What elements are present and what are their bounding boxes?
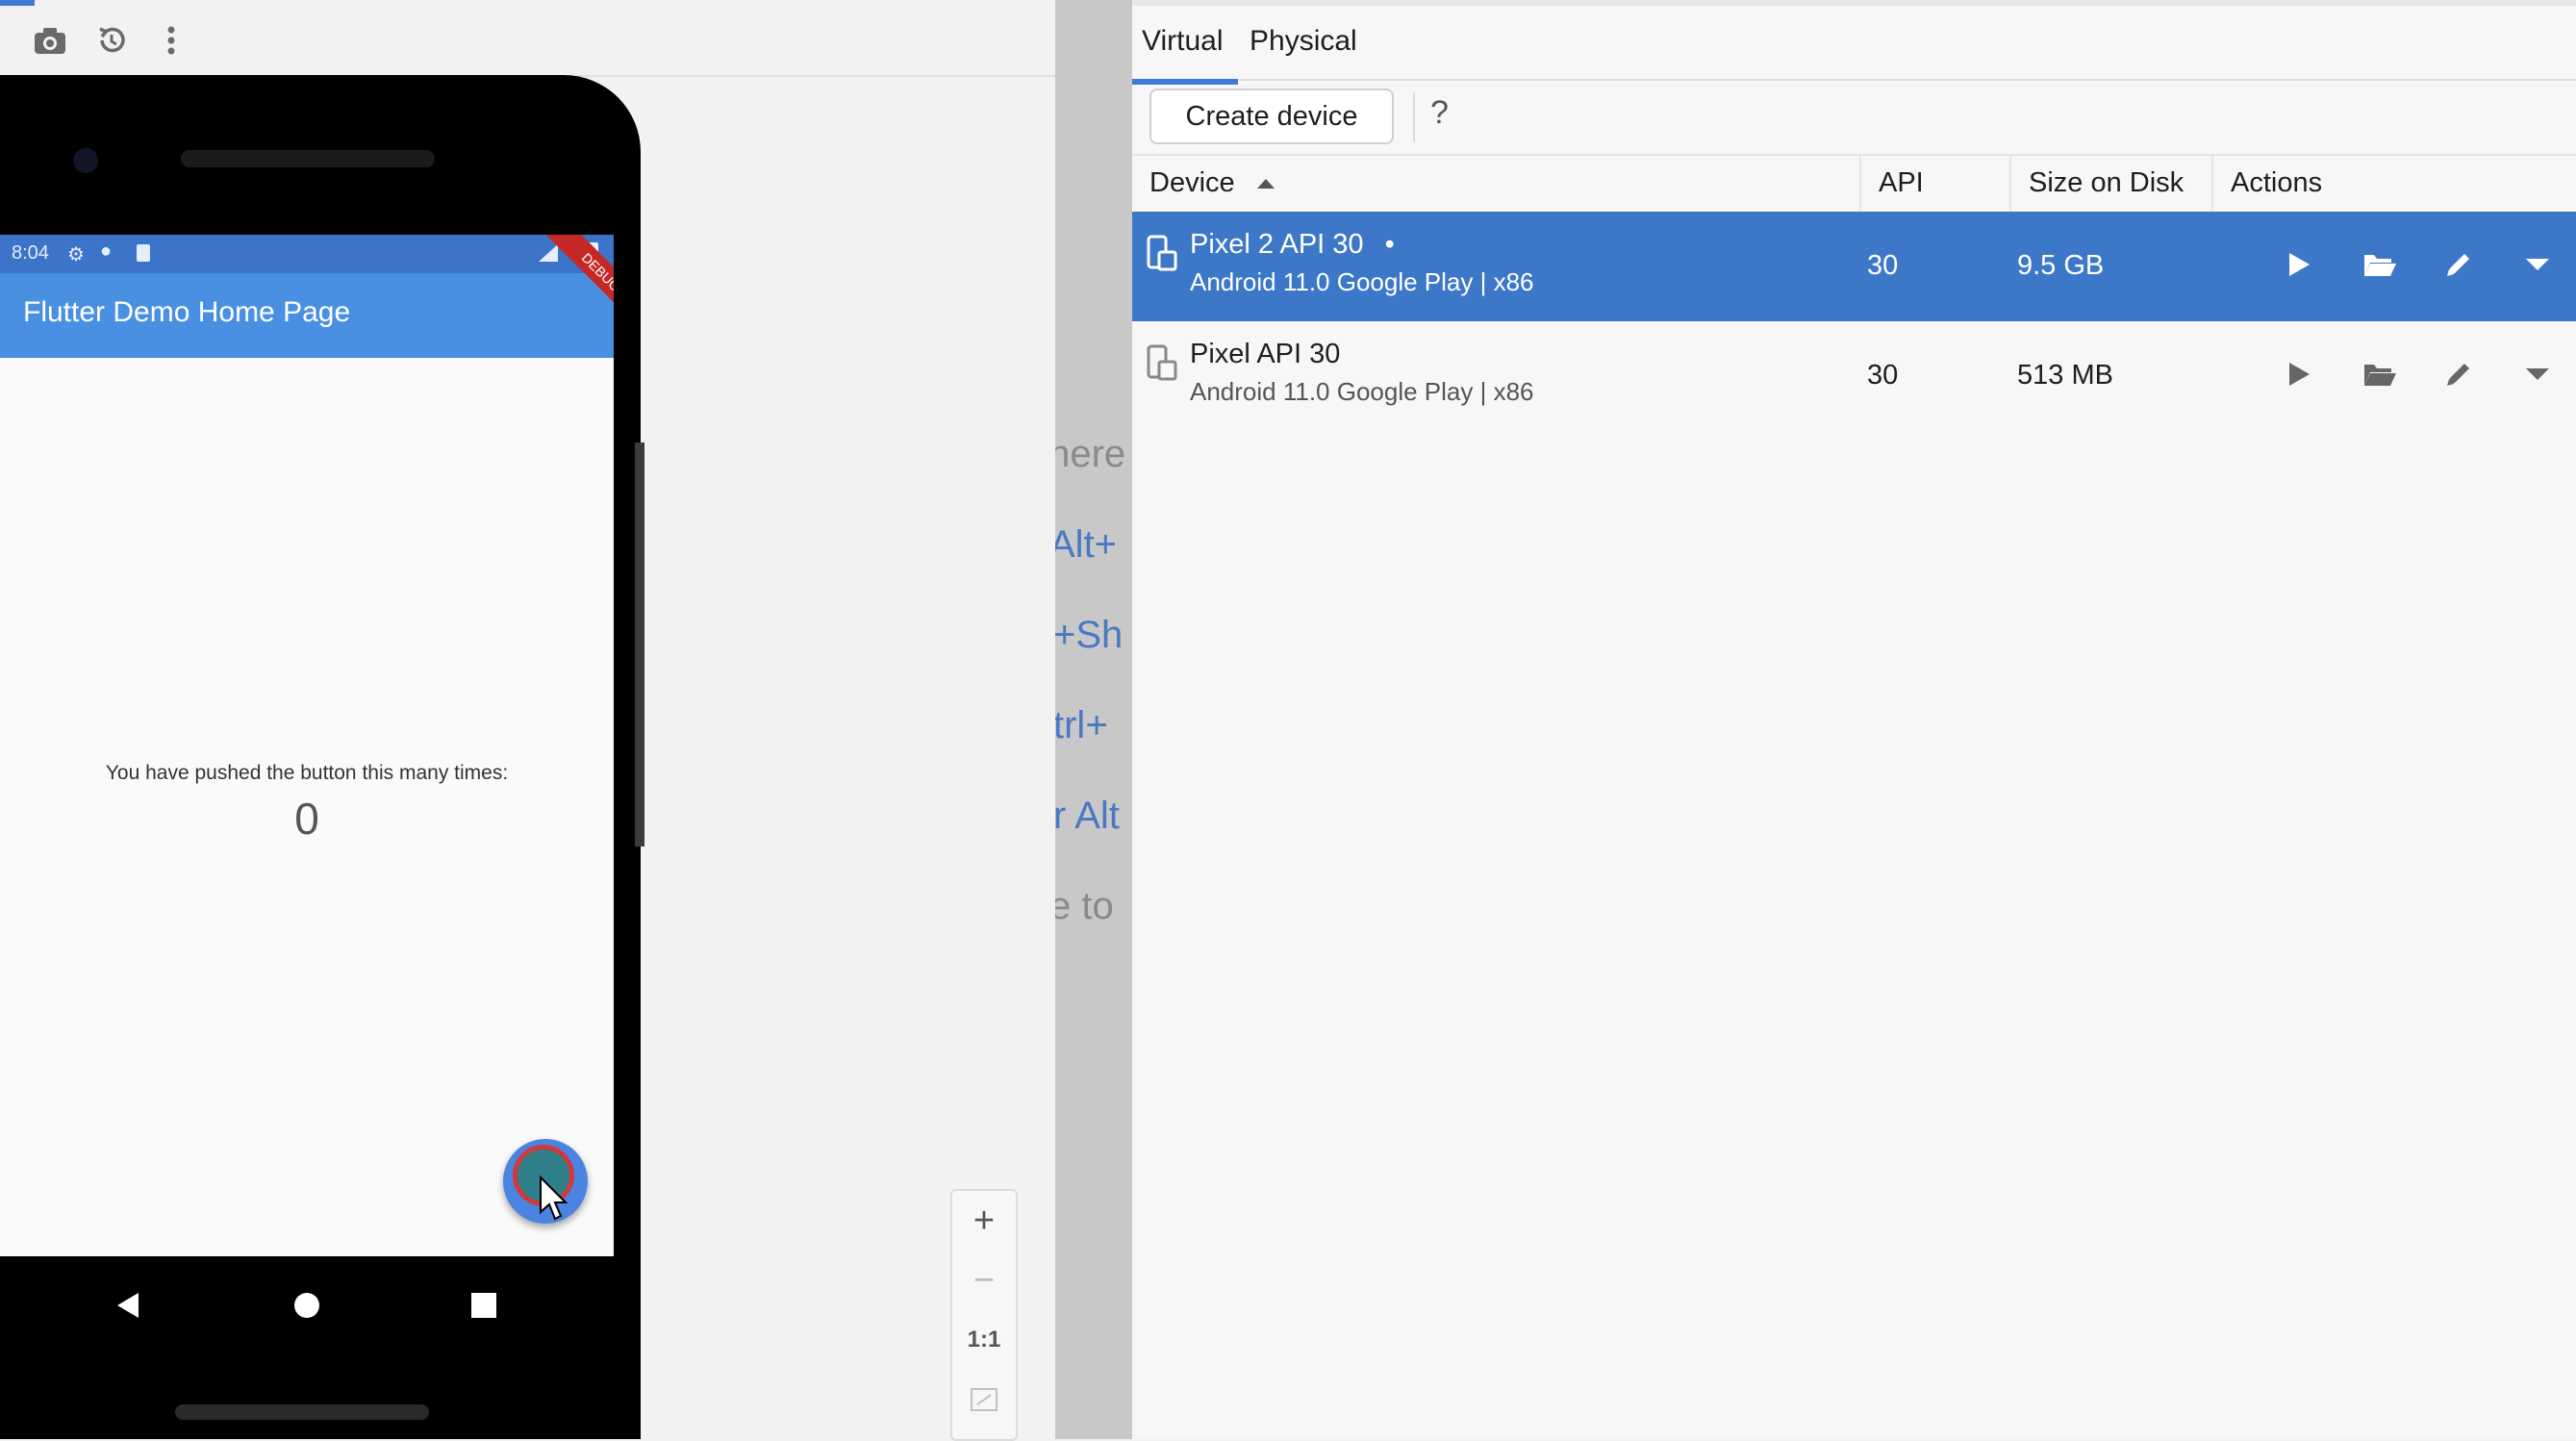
column-header-api[interactable]: API <box>1879 167 1924 199</box>
phone-side-button <box>635 442 644 847</box>
navigation-bar <box>0 1256 614 1381</box>
launch-button[interactable] <box>2275 350 2323 398</box>
chevron-down-icon <box>2526 368 2549 380</box>
toolbar-separator <box>1413 92 1415 142</box>
pencil-icon <box>2447 364 2469 386</box>
device-name: Pixel API 30 <box>1190 339 1341 369</box>
device-details: Android 11.0 Google Play | x86 <box>1190 377 1534 406</box>
front-camera <box>73 148 98 173</box>
camera-icon[interactable] <box>27 17 73 63</box>
editor-hint: trl+ <box>1055 704 1108 746</box>
device-manager-panel: Virtual Physical Create device ? Device … <box>1132 0 2576 1439</box>
bottom-speaker <box>175 1404 429 1420</box>
create-device-button[interactable]: Create device <box>1149 88 1394 144</box>
device-table-header: Device API Size on Disk Actions <box>1132 154 2576 215</box>
device-type-tabs: Virtual Physical <box>1132 6 2576 85</box>
counter-label: You have pushed the button this many tim… <box>105 762 509 784</box>
show-on-disk-button[interactable] <box>2356 240 2404 289</box>
editor-hint: +Sh <box>1055 614 1124 656</box>
actual-size-button[interactable]: 1:1 <box>952 1310 1016 1370</box>
more-actions-dropdown[interactable] <box>2513 240 2562 289</box>
sort-ascending-icon[interactable] <box>1255 177 1276 190</box>
device-details: Android 11.0 Google Play | x86 <box>1190 267 1534 296</box>
settings-status-icon: ⚙ <box>67 244 85 265</box>
zoom-out-button[interactable]: − <box>952 1251 1016 1310</box>
running-indicator: • <box>1384 229 1395 260</box>
device-row[interactable]: Pixel API 30 Android 11.0 Google Play | … <box>1132 321 2576 431</box>
zoom-controls: + − 1:1 <box>950 1189 1018 1441</box>
recents-icon[interactable] <box>471 1293 496 1318</box>
edit-device-button[interactable] <box>2435 350 2483 398</box>
top-speaker <box>181 150 435 167</box>
editor-hint: r Alt <box>1055 795 1120 837</box>
device-api: 30 <box>1867 250 1899 281</box>
device-size: 513 MB <box>2017 360 2113 391</box>
show-on-disk-button[interactable] <box>2356 350 2404 398</box>
device-screen[interactable]: 8:04 ⚙ ● Flutter Demo Home Page DEBUG Yo… <box>0 235 614 1256</box>
virtual-device-icon <box>1147 344 1177 381</box>
column-header-device[interactable]: Device <box>1149 167 1235 199</box>
status-time: 8:04 <box>12 242 49 264</box>
editor-hint: Alt+ <box>1055 523 1118 566</box>
editor-hints-strip: /here Alt+ +Sh trl+ r Alt e to <box>1055 0 1132 1439</box>
signal-icon <box>539 244 558 262</box>
fit-screen-button[interactable] <box>952 1370 1016 1429</box>
mouse-cursor-icon <box>540 1176 568 1221</box>
history-icon[interactable] <box>88 17 135 63</box>
editor-hint: e to <box>1055 885 1114 927</box>
play-icon <box>2289 253 2310 276</box>
device-name: Pixel 2 API 30 • <box>1190 229 1395 260</box>
folder-open-icon <box>2364 255 2396 276</box>
device-row[interactable]: Pixel 2 API 30 • Android 11.0 Google Pla… <box>1132 212 2576 321</box>
pencil-icon <box>2447 254 2469 276</box>
shield-status-icon: ● <box>100 240 113 262</box>
play-icon <box>2289 363 2310 386</box>
back-icon[interactable] <box>115 1291 140 1320</box>
editor-hint: /here <box>1055 433 1126 475</box>
chevron-down-icon <box>2526 259 2549 270</box>
column-header-size[interactable]: Size on Disk <box>2029 167 2184 199</box>
status-bar: 8:04 ⚙ ● <box>0 235 614 273</box>
home-icon[interactable] <box>294 1293 319 1318</box>
device-size: 9.5 GB <box>2017 250 2105 281</box>
emulator-toolbar <box>0 0 1055 77</box>
app-bar: Flutter Demo Home Page <box>0 273 614 358</box>
virtual-device-icon <box>1147 235 1177 271</box>
more-actions-dropdown[interactable] <box>2513 350 2562 398</box>
edit-device-button[interactable] <box>2435 240 2483 289</box>
counter-value: 0 <box>294 794 319 844</box>
active-tab-indicator <box>0 0 35 6</box>
column-divider <box>2211 156 2213 214</box>
launch-button[interactable] <box>2275 240 2323 289</box>
column-header-actions: Actions <box>2231 167 2323 198</box>
help-button[interactable]: ? <box>1430 94 1449 132</box>
zoom-in-button[interactable]: + <box>952 1191 1016 1251</box>
device-api: 30 <box>1867 360 1899 391</box>
emulator-pane: 8:04 ⚙ ● Flutter Demo Home Page DEBUG Yo… <box>0 0 1055 1441</box>
fit-screen-icon <box>971 1388 998 1411</box>
column-divider <box>2009 156 2011 214</box>
sd-card-icon <box>137 244 150 262</box>
column-divider <box>1859 156 1861 214</box>
more-vertical-icon[interactable] <box>148 17 194 63</box>
tab-physical[interactable]: Physical <box>1250 25 1357 58</box>
folder-open-icon <box>2364 365 2396 386</box>
active-tab-underline <box>1132 79 1238 85</box>
tab-virtual[interactable]: Virtual <box>1142 25 1224 58</box>
app-bar-title: Flutter Demo Home Page <box>23 296 351 328</box>
